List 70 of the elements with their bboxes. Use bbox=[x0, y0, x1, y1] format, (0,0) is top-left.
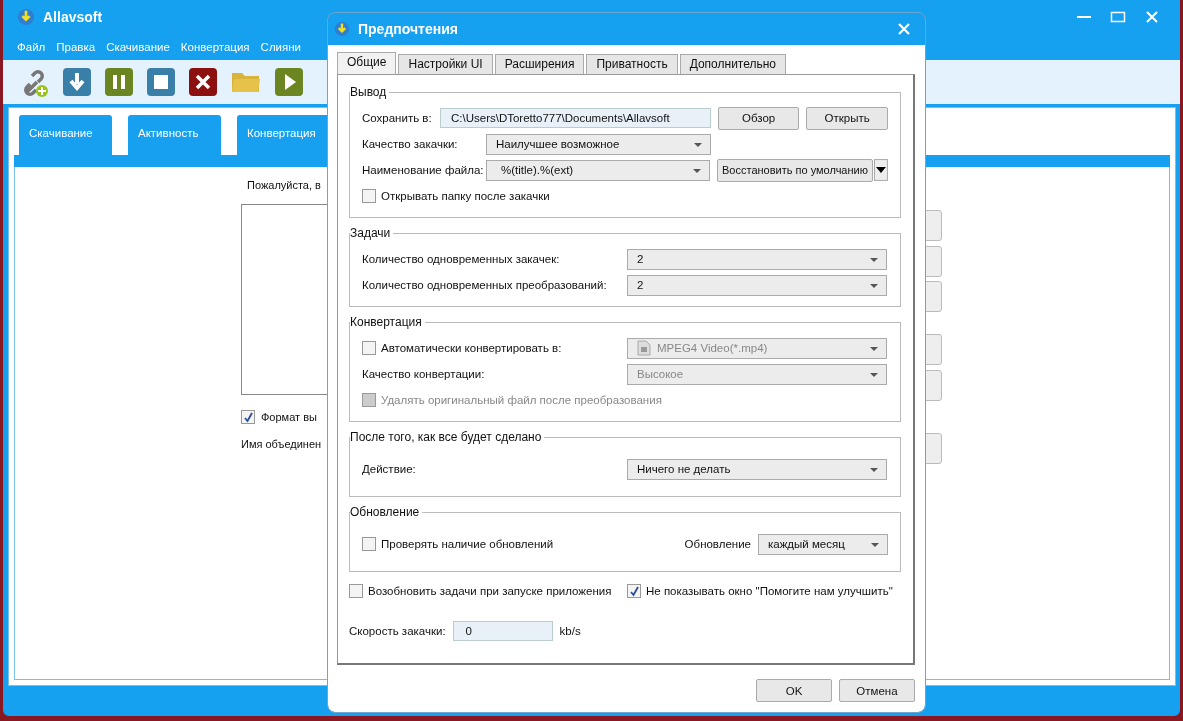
tab[interactable]: Общие bbox=[337, 52, 397, 74]
checkbox-label: Проверять наличие обновлений bbox=[381, 538, 554, 550]
prompt-text: Пожалуйста, в bbox=[247, 179, 321, 191]
group-title: Вывод bbox=[350, 85, 388, 99]
checkbox-label: Открывать папку после закачки bbox=[381, 190, 550, 202]
delete-icon[interactable] bbox=[189, 68, 217, 96]
caret-icon bbox=[871, 542, 879, 547]
window-title: Allavsoft bbox=[43, 9, 103, 25]
close-icon[interactable] bbox=[1144, 9, 1160, 25]
checkbox-label: Возобновить задачи при запуске приложения bbox=[368, 585, 612, 597]
caret-icon bbox=[694, 142, 702, 147]
checkbox-label: Не показывать окно "Помогите нам улучшить" bbox=[646, 585, 893, 597]
caret-icon bbox=[870, 257, 878, 262]
open-button[interactable]: Открыть bbox=[806, 106, 888, 130]
field-label: Действие: bbox=[362, 463, 417, 475]
caret-icon bbox=[870, 346, 878, 351]
checkbox[interactable] bbox=[362, 341, 376, 355]
caret-icon[interactable] bbox=[874, 159, 888, 181]
field-label: Скорость закачки: bbox=[349, 625, 446, 637]
checkbox-label: Удалять оригинальный файл после преобразования bbox=[381, 394, 662, 406]
checkbox[interactable] bbox=[241, 410, 255, 424]
logo-icon bbox=[17, 8, 35, 26]
checkbox[interactable] bbox=[349, 584, 363, 598]
checkbox-label: Формат вы bbox=[261, 411, 317, 423]
field-label: Имя объединен bbox=[241, 438, 322, 450]
checkbox[interactable] bbox=[627, 584, 641, 598]
tab[interactable]: Настройки UI bbox=[398, 54, 493, 74]
download-icon[interactable] bbox=[63, 68, 91, 96]
stop-icon[interactable] bbox=[147, 68, 175, 96]
dropdown[interactable]: Наилучшее возможное bbox=[486, 133, 711, 155]
group-title: Обновление bbox=[350, 505, 421, 519]
group-title: Задачи bbox=[350, 226, 392, 240]
dropdown[interactable]: Ничего не делать bbox=[627, 458, 887, 480]
field-label: Количество одновременных преобразований: bbox=[362, 279, 608, 291]
play-icon[interactable] bbox=[275, 68, 303, 96]
group-title: После того, как все будет сделано bbox=[350, 430, 543, 444]
dialog-title: Предпочтения bbox=[358, 21, 458, 37]
tab[interactable]: Расширения bbox=[494, 54, 585, 74]
ok-button[interactable]: OK bbox=[756, 679, 832, 702]
cancel-button[interactable]: Отмена bbox=[839, 679, 915, 702]
caret-icon bbox=[870, 283, 878, 288]
field-label: Наименование файла: bbox=[362, 164, 485, 176]
browse-button[interactable]: Обзор bbox=[717, 106, 800, 130]
speed-field[interactable]: 0 bbox=[452, 621, 553, 641]
caret-icon bbox=[870, 372, 878, 377]
dropdown[interactable]: %(title).%(ext) bbox=[486, 159, 710, 181]
folder-icon[interactable] bbox=[231, 70, 261, 94]
tab[interactable]: Приватность bbox=[586, 54, 678, 74]
caret-icon bbox=[870, 467, 878, 472]
dropdown[interactable]: каждый месяц bbox=[758, 533, 888, 555]
file-icon bbox=[637, 340, 651, 356]
field-label: Обновление bbox=[684, 538, 751, 550]
checkbox[interactable] bbox=[362, 189, 376, 203]
checkbox-label: Автоматически конвертировать в: bbox=[381, 342, 562, 354]
unit-label: kb/s bbox=[559, 625, 581, 637]
field-label: Количество одновременных закачек: bbox=[362, 253, 561, 265]
restore-defaults-button[interactable]: Восстановить по умолчанию bbox=[716, 158, 874, 182]
checkbox[interactable] bbox=[362, 537, 376, 551]
dropdown[interactable]: 2 bbox=[627, 248, 887, 270]
dropdown[interactable]: 2 bbox=[627, 274, 887, 296]
tab[interactable]: Дополнительно bbox=[679, 54, 787, 74]
logo-icon bbox=[334, 21, 350, 37]
field-label: Качество конвертации: bbox=[362, 368, 486, 380]
maximize-icon[interactable] bbox=[1110, 9, 1126, 25]
pause-icon[interactable] bbox=[105, 68, 133, 96]
close-icon[interactable] bbox=[897, 22, 911, 36]
field-label: Качество закачки: bbox=[362, 138, 459, 150]
path-field[interactable]: C:\Users\DToretto777\Documents\Allavsoft bbox=[440, 108, 711, 128]
group-title: Конвертация bbox=[350, 315, 423, 329]
field-label: Сохранить в: bbox=[362, 112, 433, 124]
